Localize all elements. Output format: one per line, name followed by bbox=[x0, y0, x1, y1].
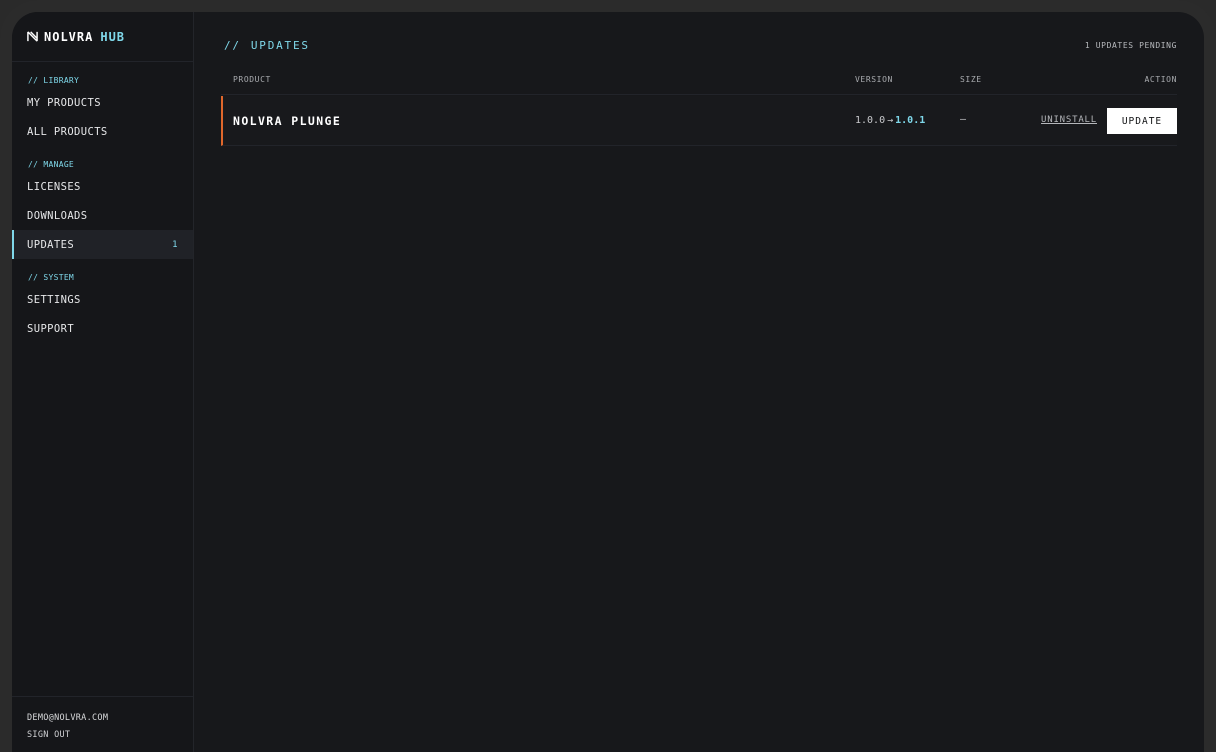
sidebar-item-label: ALL PRODUCTS bbox=[27, 125, 108, 138]
arrow-right-icon: → bbox=[887, 115, 894, 126]
version-to: 1.0.1 bbox=[895, 115, 926, 126]
column-header-size: SIZE bbox=[960, 75, 982, 84]
page-title: // UPDATES bbox=[224, 39, 310, 52]
device-frame: NOLVRA HUB // LIBRARY MY PRODUCTS ALL PR… bbox=[0, 0, 1216, 752]
uninstall-link[interactable]: UNINSTALL bbox=[1041, 115, 1097, 125]
nav-section-manage: // MANAGE LICENSES DOWNLOADS UPDATES 1 bbox=[12, 146, 193, 259]
section-label-library: // LIBRARY bbox=[28, 76, 80, 85]
nav-section-system: // SYSTEM SETTINGS SUPPORT bbox=[12, 259, 193, 343]
sidebar-item-label: MY PRODUCTS bbox=[27, 96, 101, 109]
sidebar-item-label: DOWNLOADS bbox=[27, 209, 88, 222]
sidebar-item-label: LICENSES bbox=[27, 180, 81, 193]
section-label-manage: // MANAGE bbox=[28, 160, 75, 169]
sidebar-item-label: SUPPORT bbox=[27, 322, 75, 335]
page-header: // UPDATES 1 UPDATES PENDING bbox=[224, 37, 1177, 53]
section-label-system: // SYSTEM bbox=[28, 273, 75, 282]
pending-count: 1 UPDATES PENDING bbox=[1084, 40, 1177, 50]
sidebar-item-label: UPDATES bbox=[27, 238, 75, 251]
updates-count-badge: 1 bbox=[172, 239, 178, 250]
sidebar-footer: DEMO@NOLVRA.COM SIGN OUT bbox=[12, 696, 193, 740]
main-content: // UPDATES 1 UPDATES PENDING PRODUCT VERS… bbox=[194, 12, 1204, 752]
column-header-action: ACTION bbox=[1144, 75, 1177, 84]
product-size: — bbox=[960, 114, 967, 125]
brand-suffix: HUB bbox=[100, 29, 126, 44]
sidebar-item-settings[interactable]: SETTINGS bbox=[12, 285, 193, 314]
nolvra-logo-icon bbox=[27, 31, 38, 42]
version-from: 1.0.0 bbox=[855, 115, 886, 126]
sidebar-nav: // LIBRARY MY PRODUCTS ALL PRODUCTS // M… bbox=[12, 62, 193, 343]
user-email: DEMO@NOLVRA.COM bbox=[27, 713, 109, 723]
update-button[interactable]: UPDATE bbox=[1107, 108, 1177, 134]
sidebar-item-all-products[interactable]: ALL PRODUCTS bbox=[12, 117, 193, 146]
table-header: PRODUCT VERSION SIZE ACTION bbox=[221, 71, 1177, 95]
nav-section-library: // LIBRARY MY PRODUCTS ALL PRODUCTS bbox=[12, 62, 193, 146]
brand-name: NOLVRA bbox=[44, 29, 94, 44]
column-header-product: PRODUCT bbox=[233, 75, 271, 84]
sidebar-item-licenses[interactable]: LICENSES bbox=[12, 172, 193, 201]
column-header-version: VERSION bbox=[855, 75, 893, 84]
sidebar: NOLVRA HUB // LIBRARY MY PRODUCTS ALL PR… bbox=[12, 12, 194, 752]
sidebar-item-label: SETTINGS bbox=[27, 293, 81, 306]
sidebar-item-downloads[interactable]: DOWNLOADS bbox=[12, 201, 193, 230]
sidebar-item-support[interactable]: SUPPORT bbox=[12, 314, 193, 343]
sidebar-item-updates[interactable]: UPDATES 1 bbox=[12, 230, 193, 259]
sidebar-item-my-products[interactable]: MY PRODUCTS bbox=[12, 88, 193, 117]
product-name: NOLVRA PLUNGE bbox=[233, 114, 342, 128]
page-title-text: UPDATES bbox=[250, 38, 310, 52]
app-window: NOLVRA HUB // LIBRARY MY PRODUCTS ALL PR… bbox=[12, 12, 1204, 752]
sign-out-link[interactable]: SIGN OUT bbox=[27, 730, 193, 740]
page-title-prefix: // bbox=[224, 38, 241, 52]
brand[interactable]: NOLVRA HUB bbox=[12, 12, 193, 62]
version-change: 1.0.0 → 1.0.1 bbox=[855, 115, 925, 126]
table-row: NOLVRA PLUNGE 1.0.0 → 1.0.1 — UNINSTALL UP… bbox=[221, 96, 1177, 146]
